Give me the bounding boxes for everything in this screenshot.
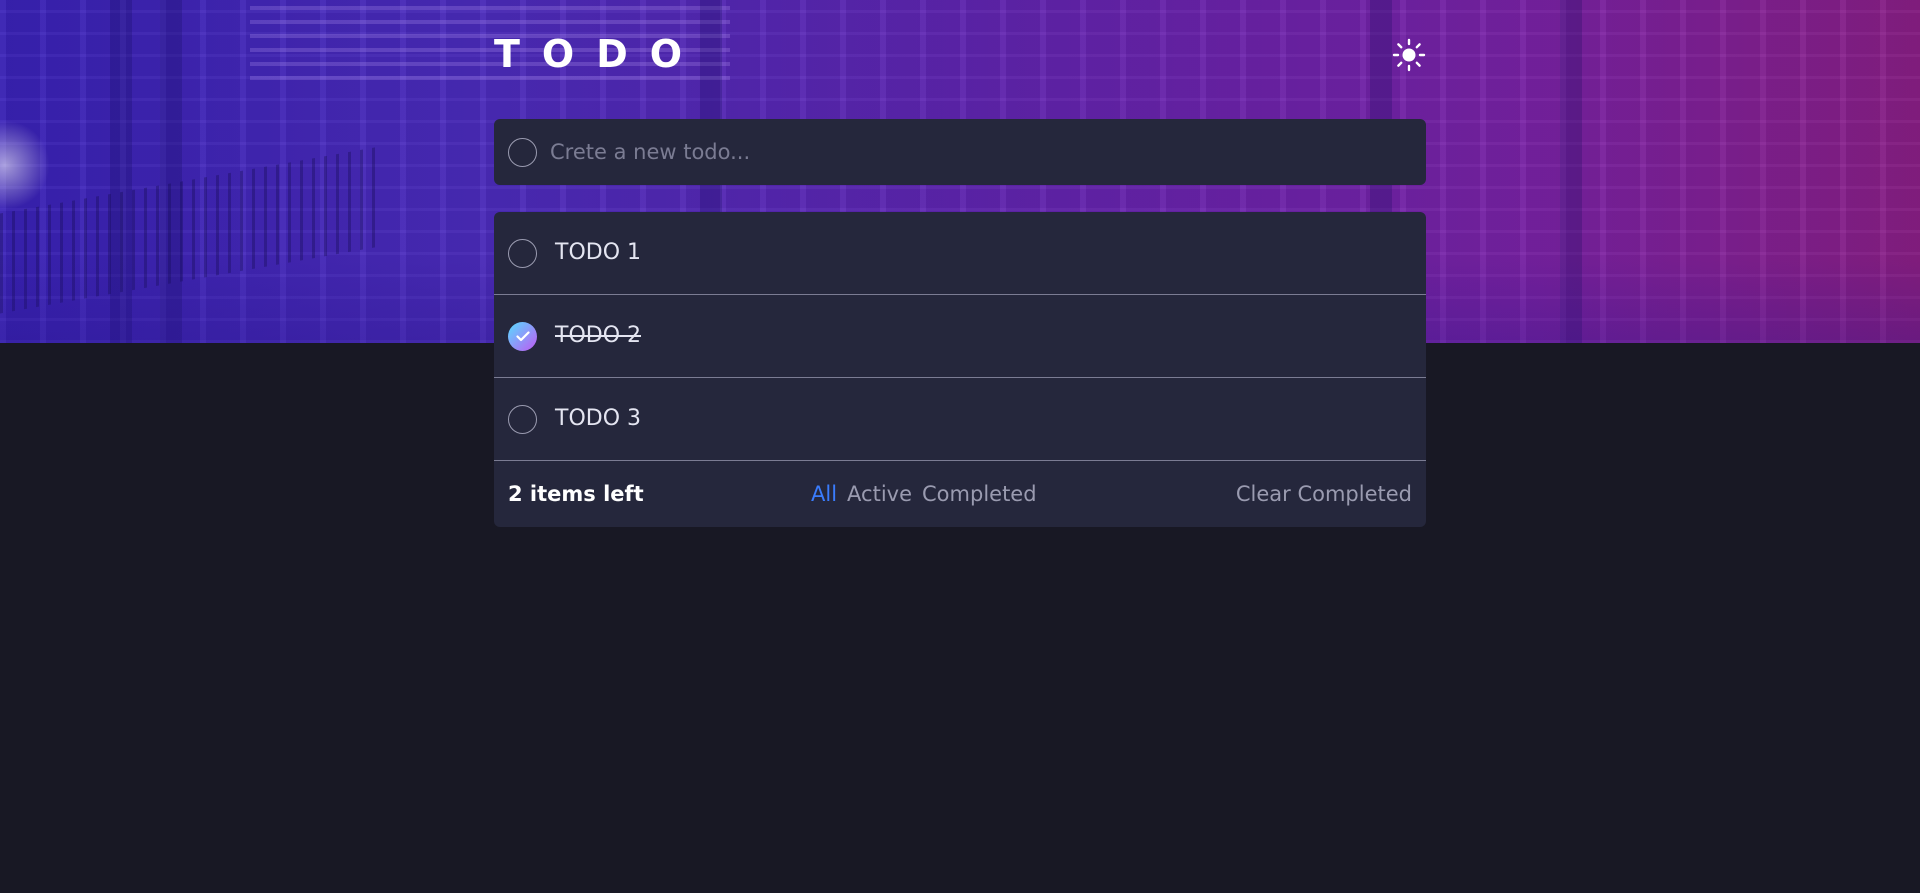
todo-checkbox[interactable] [508,238,537,268]
app-title: TODO [494,32,705,76]
app-header: TODO [494,0,1426,119]
todo-label: TODO 1 [555,240,642,265]
filter-completed[interactable]: Completed [922,482,1037,506]
filter-all[interactable]: All [811,482,837,506]
filter-active[interactable]: Active [847,482,912,506]
todo-item[interactable]: TODO 2 [494,295,1426,378]
theme-toggle-button[interactable] [1392,38,1426,72]
todo-item[interactable]: TODO 3 [494,378,1426,461]
todo-checkbox[interactable] [508,404,537,434]
todo-footer: 2 items left All Active Completed Clear … [494,461,1426,527]
todo-label: TODO 2 [555,323,642,348]
background-light [0,120,50,210]
todo-checkbox-checked[interactable] [508,321,537,351]
todo-label: TODO 3 [555,406,642,431]
check-icon [515,330,530,341]
todo-app: TODO TODO 1 [494,0,1426,527]
items-left-count: 2 items left [508,482,644,506]
new-todo-checkbox[interactable] [508,137,537,167]
clear-completed-button[interactable]: Clear Completed [1236,461,1412,527]
new-todo-input[interactable] [550,140,1370,164]
filter-group: All Active Completed [811,461,1037,527]
todo-item[interactable]: TODO 1 [494,212,1426,295]
sun-icon [1392,38,1426,72]
new-todo-bar [494,119,1426,185]
todo-list: TODO 1 TODO 2 TODO 3 2 items left All Ac… [494,212,1426,527]
